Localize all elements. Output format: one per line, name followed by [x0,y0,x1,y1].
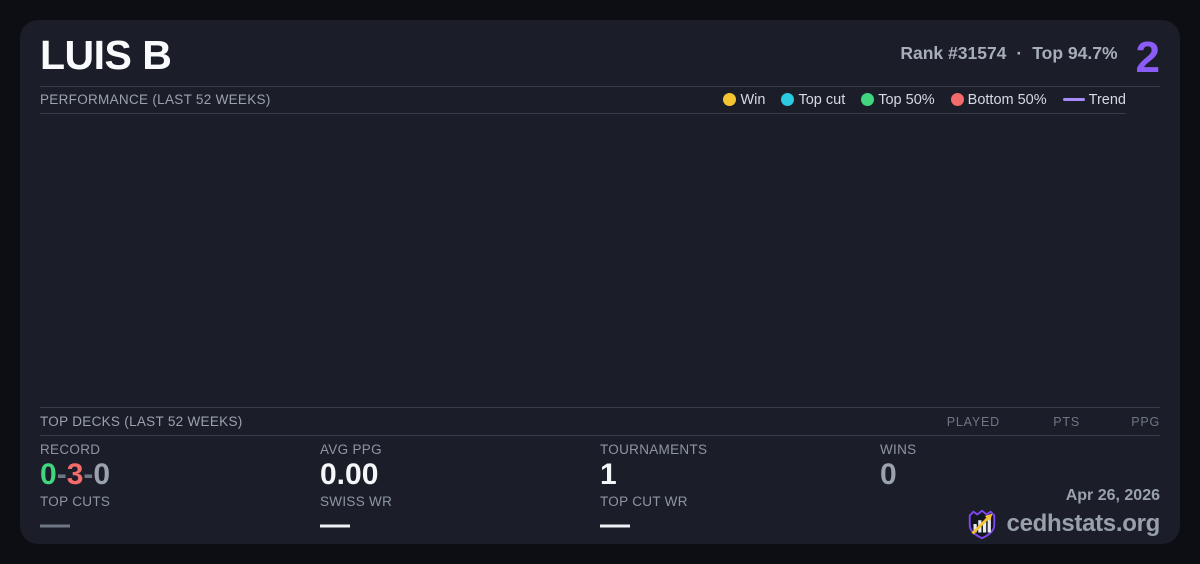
performance-header: PERFORMANCE (LAST 52 WEEKS) Win Top cut … [40,86,1126,114]
record-draws: 0 [93,458,111,491]
stat-label: SWISS WR [320,494,393,509]
legend-label: Top cut [798,91,846,108]
record-losses: 3 [66,458,84,491]
score-value: 2 [1135,33,1160,82]
top-cut-dot-icon [781,93,795,106]
top-percent-label: Top 94.7% [1032,42,1118,63]
cedhstats-logo-icon [965,507,999,541]
header-right: Rank #31574 · Top 94.7% 2 [900,20,1160,86]
legend-item-top-cut: Top cut [781,92,845,108]
record-separator: - [56,458,67,491]
stat-swiss-wr: SWISS WR — [320,488,600,544]
player-stats-card: LUIS B Rank #31574 · Top 94.7% 2 PERFORM… [20,20,1180,544]
wins-value: 0 [880,458,897,491]
stat-label: TOP CUT WR [600,494,688,509]
top-decks-header: TOP DECKS (LAST 52 WEEKS) PLAYED PTS PPG [40,407,1160,436]
legend-item-bottom-50: Bottom 50% [950,91,1047,108]
top-decks-columns: PLAYED PTS PPG [920,415,1160,429]
legend-label: Trend [1088,91,1126,108]
win-dot-icon [723,93,737,106]
top-cuts-value: — [40,508,70,541]
stat-avg-ppg: AVG PPG 0.00 [320,436,600,491]
stat-label: RECORD [40,442,101,457]
legend-label: Top 50% [878,91,935,108]
avg-ppg-value: 0.00 [320,458,379,491]
stat-record: RECORD 0-3-0 [40,436,320,491]
rank-label: Rank #31574 [900,42,1007,63]
brand-row: cedhstats.org [965,507,1160,541]
swiss-wr-value: — [320,508,350,541]
chart-legend: Win Top cut Top 50% Bottom 50% Trend [723,92,1126,108]
top-50-dot-icon [861,93,875,106]
stat-top-cuts: TOP CUTS — [40,488,320,544]
legend-label: Win [740,91,766,108]
generated-date: Apr 26, 2026 [1065,487,1160,504]
trend-line-icon [1062,98,1085,101]
tournaments-value: 1 [600,458,617,491]
performance-title: PERFORMANCE (LAST 52 WEEKS) [40,92,271,107]
rank-separator: · [1016,42,1023,63]
stat-label: AVG PPG [320,442,382,457]
brand-name: cedhstats.org [1006,510,1161,537]
legend-item-win: Win [723,92,765,108]
record-wins: 0 [40,458,57,491]
legend-item-top-50: Top 50% [861,91,935,108]
legend-label: Bottom 50% [967,91,1047,108]
top-decks-title: TOP DECKS (LAST 52 WEEKS) [40,414,243,429]
stat-top-cut-wr: TOP CUT WR — [600,488,880,544]
player-name: LUIS B [40,32,172,78]
column-header-played: PLAYED [946,414,1000,429]
stat-label: WINS [880,442,917,457]
record-value: 0-3-0 [40,459,110,491]
card-footer: Apr 26, 2026 cedhstats.org [965,487,1160,541]
column-header-ppg: PPG [1131,414,1160,429]
stat-wins: WINS 0 [880,436,1160,491]
performance-chart-area [40,114,1160,407]
card-header: LUIS B Rank #31574 · Top 94.7% 2 [40,20,1160,87]
top-cut-wr-value: — [600,508,630,541]
bottom-50-dot-icon [950,93,964,106]
legend-item-trend: Trend [1062,91,1126,108]
column-header-pts: PTS [1053,414,1080,429]
record-separator: - [83,458,94,491]
rank-line: Rank #31574 · Top 94.7% [900,43,1117,64]
stat-tournaments: TOURNAMENTS 1 [600,436,880,491]
stat-label: TOP CUTS [40,494,111,509]
stat-label: TOURNAMENTS [600,442,708,457]
